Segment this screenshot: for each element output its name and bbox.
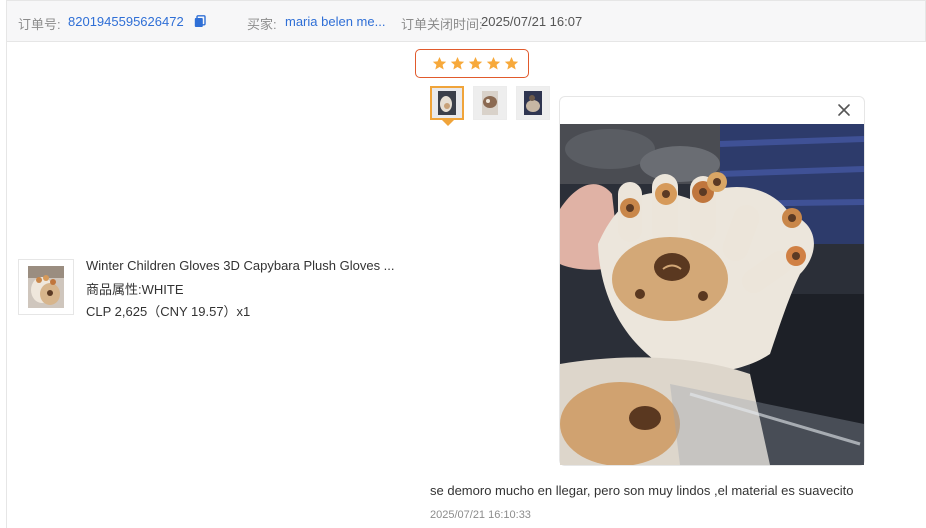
order-number-label: 订单号: xyxy=(18,17,61,32)
review-photo-thumb-image xyxy=(474,87,506,119)
review-photo-thumb-1[interactable] xyxy=(430,86,464,120)
product-attribute: 商品属性:WHITE xyxy=(86,279,184,298)
rating-stars xyxy=(415,49,529,78)
review-photo-thumb-image xyxy=(517,87,549,119)
copy-icon[interactable] xyxy=(194,15,206,28)
star-icon xyxy=(486,56,501,70)
order-closed-label: 订单关闭时间: xyxy=(401,17,483,32)
order-number-link[interactable]: 8201945595626472 xyxy=(68,14,184,29)
product-price: CLP 2,625（CNY 19.57）x1 xyxy=(86,304,251,319)
product-image xyxy=(28,266,64,308)
order-closed-time: 2025/07/21 16:07 xyxy=(481,14,583,29)
product-title[interactable]: Winter Children Gloves 3D Capybara Plush… xyxy=(86,258,395,273)
review-time: 2025/07/21 16:10:33 xyxy=(430,509,531,521)
buyer-label: 买家: xyxy=(247,17,277,32)
order-header-bar: 订单号: 8201945595626472 买家: maria belen me… xyxy=(6,0,926,42)
review-text: se demoro mucho en llegar, pero son muy … xyxy=(430,483,854,498)
star-icon xyxy=(450,56,465,70)
active-thumb-indicator xyxy=(442,120,454,126)
review-photo-thumb-3[interactable] xyxy=(516,86,550,120)
product-attribute-value: WHITE xyxy=(141,282,184,297)
product-thumbnail[interactable] xyxy=(18,259,74,315)
panel-left-border xyxy=(6,42,7,528)
review-photo-thumb-2[interactable] xyxy=(473,86,507,120)
buyer-name-link[interactable]: maria belen me... xyxy=(285,14,385,29)
star-icon xyxy=(432,56,447,70)
close-icon[interactable] xyxy=(836,102,852,118)
review-photo-thumb-image xyxy=(432,88,462,118)
star-icon xyxy=(504,56,519,70)
star-icon xyxy=(468,56,483,70)
product-attribute-label: 商品属性: xyxy=(86,282,142,297)
review-photo-large xyxy=(560,124,864,465)
